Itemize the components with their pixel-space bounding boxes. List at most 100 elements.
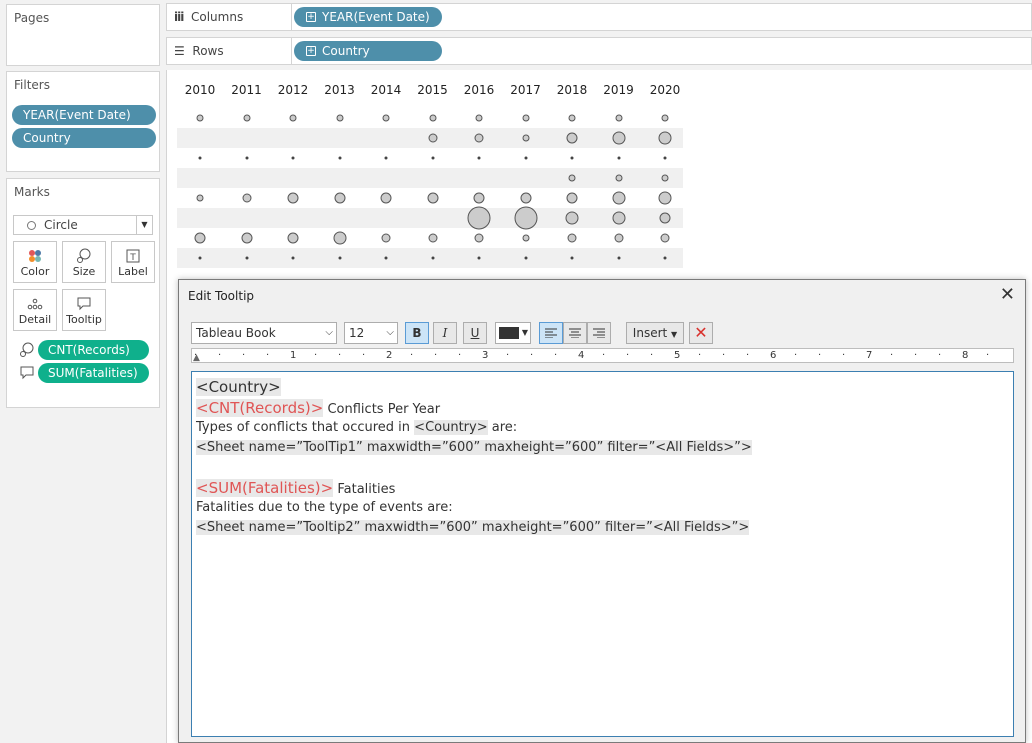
circle-mark[interactable] <box>661 174 669 182</box>
column-header-year[interactable]: 2018 <box>552 83 592 97</box>
circle-mark[interactable] <box>338 156 341 160</box>
circle-mark[interactable] <box>615 174 622 182</box>
circle-mark[interactable] <box>429 114 436 122</box>
circle-mark[interactable] <box>520 192 531 204</box>
circle-mark[interactable] <box>243 114 250 122</box>
circle-mark[interactable] <box>658 131 672 145</box>
circle-mark[interactable] <box>522 114 529 122</box>
circle-mark[interactable] <box>612 211 625 225</box>
circle-mark[interactable] <box>431 156 434 160</box>
circle-mark[interactable] <box>384 156 388 160</box>
column-header-year[interactable]: 2015 <box>413 83 453 97</box>
circle-mark[interactable] <box>245 156 248 160</box>
italic-button[interactable]: I <box>433 322 457 344</box>
color-button[interactable]: Color <box>13 241 57 283</box>
font-size-select[interactable]: 12 ⌵ <box>344 322 398 344</box>
rows-pill-country[interactable]: + Country <box>294 41 442 61</box>
mark-type-dropdown[interactable]: Circle ▼ <box>13 215 153 235</box>
circle-mark[interactable] <box>524 156 527 160</box>
circle-mark[interactable] <box>615 114 622 122</box>
circle-mark[interactable] <box>291 256 295 260</box>
circle-mark[interactable] <box>658 191 672 205</box>
circle-mark[interactable] <box>382 114 390 122</box>
close-icon[interactable]: ✕ <box>1000 286 1015 304</box>
circle-mark[interactable] <box>467 206 491 230</box>
column-header-year[interactable]: 2016 <box>459 83 499 97</box>
column-header-year[interactable]: 2012 <box>273 83 313 97</box>
circle-mark[interactable] <box>477 256 481 260</box>
column-header-year[interactable]: 2019 <box>599 83 639 97</box>
circle-mark[interactable] <box>617 156 620 160</box>
circle-mark[interactable] <box>427 192 438 204</box>
marks-pill-sum-fatalities[interactable]: SUM(Fatalities) <box>38 363 149 383</box>
circle-mark[interactable] <box>614 233 623 243</box>
circle-mark[interactable] <box>617 256 620 260</box>
insert-button[interactable]: Insert ▼ <box>626 322 684 344</box>
expand-plus-icon[interactable]: + <box>306 12 316 22</box>
tooltip-button[interactable]: Tooltip <box>62 289 106 331</box>
circle-mark[interactable] <box>568 114 576 122</box>
circle-mark[interactable] <box>661 114 669 122</box>
circle-mark[interactable] <box>473 192 485 204</box>
circle-mark[interactable] <box>336 114 343 122</box>
circle-mark[interactable] <box>334 192 345 204</box>
column-header-year[interactable]: 2020 <box>645 83 685 97</box>
circle-mark[interactable] <box>198 156 202 160</box>
circle-mark[interactable] <box>663 156 667 160</box>
circle-mark[interactable] <box>287 232 299 244</box>
detail-button[interactable]: Detail <box>13 289 57 331</box>
column-header-year[interactable]: 2011 <box>227 83 267 97</box>
circle-mark[interactable] <box>566 192 578 204</box>
align-left-button[interactable] <box>539 322 563 344</box>
circle-mark[interactable] <box>475 114 483 122</box>
circle-mark[interactable] <box>514 206 537 230</box>
circle-mark[interactable] <box>198 256 202 260</box>
circle-mark[interactable] <box>428 133 437 143</box>
circle-mark[interactable] <box>241 232 252 244</box>
circle-mark[interactable] <box>381 233 391 243</box>
circle-mark[interactable] <box>567 233 577 243</box>
circle-mark[interactable] <box>196 194 204 202</box>
circle-mark[interactable] <box>428 233 437 243</box>
filter-pill-country[interactable]: Country <box>12 128 156 148</box>
clear-button[interactable]: ✕ <box>689 322 713 344</box>
circle-mark[interactable] <box>565 211 579 225</box>
filter-pill-year[interactable]: YEAR(Event Date) <box>12 105 156 125</box>
circle-mark[interactable] <box>333 231 346 245</box>
circle-mark[interactable] <box>524 256 527 260</box>
column-header-year[interactable]: 2014 <box>366 83 406 97</box>
circle-mark[interactable] <box>245 256 248 260</box>
circle-mark[interactable] <box>291 156 295 160</box>
tooltip-text-editor[interactable]: <Country> <CNT(Records)> Conflicts Per Y… <box>191 371 1014 737</box>
font-family-select[interactable]: Tableau Book ⌵ <box>191 322 337 344</box>
circle-mark[interactable] <box>570 156 574 160</box>
circle-mark[interactable] <box>660 233 670 243</box>
circle-mark[interactable] <box>612 191 625 205</box>
circle-mark[interactable] <box>380 192 392 204</box>
ruler[interactable]: · · · · 1 · · · 2 · · · 3 · · · 4 · · · 5 · · · 6 · · · 7 · · · 8 · ▲ <box>191 348 1014 363</box>
underline-button[interactable]: U <box>463 322 487 344</box>
align-right-button[interactable] <box>587 322 611 344</box>
size-button[interactable]: Size <box>62 241 106 283</box>
column-header-year[interactable]: 2013 <box>320 83 360 97</box>
circle-mark[interactable] <box>522 234 529 242</box>
circle-mark[interactable] <box>477 156 481 160</box>
circle-mark[interactable] <box>570 256 574 260</box>
circle-mark[interactable] <box>663 256 667 260</box>
column-header-year[interactable]: 2010 <box>180 83 220 97</box>
text-color-button[interactable]: ▼ <box>495 322 531 344</box>
expand-plus-icon[interactable]: + <box>306 46 316 56</box>
circle-mark[interactable] <box>431 256 434 260</box>
align-center-button[interactable] <box>563 322 587 344</box>
column-header-year[interactable]: 2017 <box>506 83 546 97</box>
circle-mark[interactable] <box>568 174 576 182</box>
circle-mark[interactable] <box>242 193 251 203</box>
label-button[interactable]: T Label <box>111 241 155 283</box>
circle-mark[interactable] <box>474 133 484 143</box>
circle-mark[interactable] <box>612 131 625 145</box>
circle-mark[interactable] <box>522 134 529 142</box>
circle-mark[interactable] <box>474 233 484 243</box>
bold-button[interactable]: B <box>405 322 429 344</box>
circle-mark[interactable] <box>196 114 204 122</box>
columns-pill-year[interactable]: + YEAR(Event Date) <box>294 7 442 27</box>
